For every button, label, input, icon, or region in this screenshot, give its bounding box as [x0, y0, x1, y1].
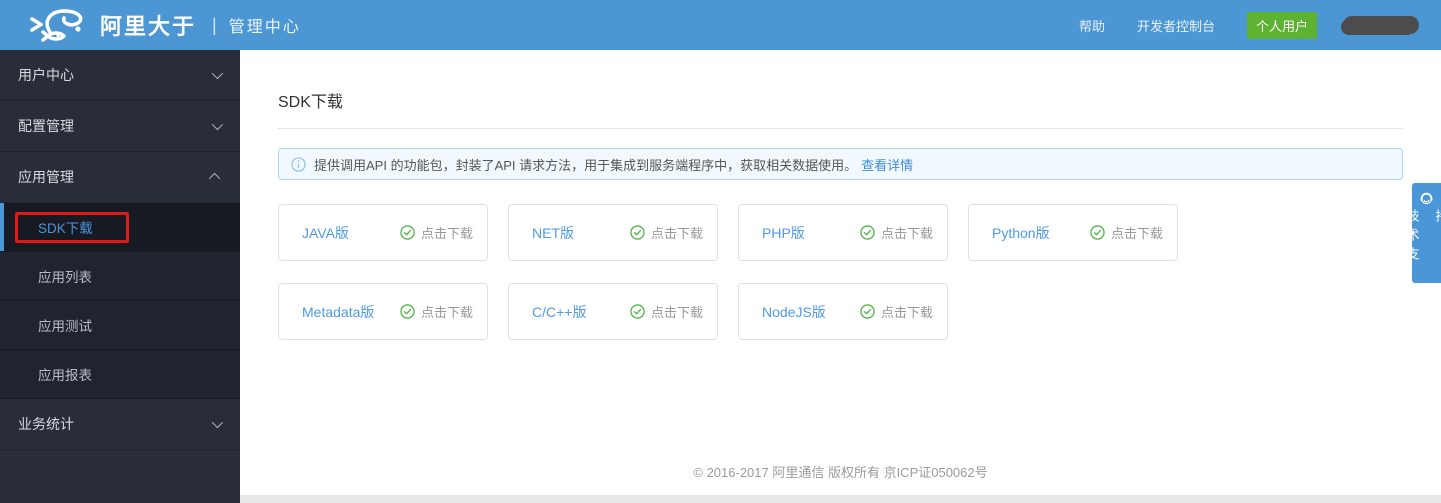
download-action[interactable]: 点击下载 [400, 302, 473, 321]
check-circle-icon [1090, 225, 1105, 240]
download-action[interactable]: 点击下载 [860, 223, 933, 242]
check-circle-icon [860, 225, 875, 240]
download-label: 点击下载 [420, 305, 473, 320]
check-circle-icon [400, 225, 415, 240]
sidebar-nav: 用户中心 配置管理 应用管理 SDK下载 应用列表 应用测试 应用报表 业务统计 [0, 50, 240, 503]
download-action[interactable]: 点击下载 [1090, 223, 1163, 242]
sdk-card-php: PHP版 点击下载 [738, 204, 948, 261]
sidebar-item-label: SDK下载 [38, 221, 93, 236]
info-icon [291, 156, 306, 172]
sidebar-item-app-report[interactable]: 应用报表 [0, 350, 240, 399]
sdk-name-link[interactable]: C/C++版 [532, 302, 586, 322]
tech-support-label: 技术支持 [1404, 209, 1441, 267]
active-accent-bar [0, 203, 4, 251]
download-label: 点击下载 [650, 305, 703, 320]
chevron-down-icon [211, 416, 224, 429]
sdk-name-link[interactable]: JAVA版 [302, 223, 349, 243]
download-label: 点击下载 [1110, 226, 1163, 241]
sidebar-item-app-test[interactable]: 应用测试 [0, 301, 240, 350]
check-circle-icon [860, 304, 875, 319]
sdk-card-nodejs: NodeJS版 点击下载 [738, 283, 948, 340]
sdk-card-java: JAVA版 点击下载 [278, 204, 488, 261]
app-header: 阿里大于 | 管理中心 帮助 开发者控制台 个人用户 [0, 0, 1441, 50]
sidebar-item-label: 业务统计 [18, 416, 74, 432]
developer-console-link[interactable]: 开发者控制台 [1137, 16, 1215, 35]
brand-area: 阿里大于 | 管理中心 [0, 5, 301, 45]
sidebar-item-config-management[interactable]: 配置管理 [0, 101, 240, 152]
download-action[interactable]: 点击下载 [630, 223, 703, 242]
page-title: SDK下载 [278, 94, 343, 111]
chevron-down-icon [211, 67, 224, 80]
sidebar-item-sdk-download[interactable]: SDK下载 [0, 203, 240, 252]
chevron-up-icon [208, 172, 221, 185]
sdk-name-link[interactable]: Python版 [992, 223, 1050, 243]
download-label: 点击下载 [420, 226, 473, 241]
dayu-fish-logo-icon [30, 9, 83, 42]
app-management-submenu: SDK下载 应用列表 应用测试 应用报表 [0, 203, 240, 399]
download-label: 点击下载 [880, 226, 933, 241]
banner-text: 提供调用API 的功能包，封装了API 请求方法，用于集成到服务端程序中，获取相… [314, 157, 858, 173]
sdk-cards-row-2: Metadata版 点击下载 C/C++版 点击下载 NodeJS版 点击下载 [278, 283, 1403, 340]
download-label: 点击下载 [650, 226, 703, 241]
copyright-footer: © 2016-2017 阿里通信 版权所有 京ICP证050062号 [693, 465, 988, 480]
sidebar-item-app-list[interactable]: 应用列表 [0, 252, 240, 301]
sidebar-item-label: 应用测试 [38, 319, 92, 334]
sidebar-item-business-stats[interactable]: 业务统计 [0, 399, 240, 450]
sdk-card-c-cpp: C/C++版 点击下载 [508, 283, 718, 340]
download-action[interactable]: 点击下载 [860, 302, 933, 321]
sdk-name-link[interactable]: NET版 [532, 223, 574, 243]
sdk-cards-row-1: JAVA版 点击下载 NET版 点击下载 PHP版 点击下载 Python版 点… [278, 204, 1403, 261]
sdk-card-python: Python版 点击下载 [968, 204, 1178, 261]
sdk-card-metadata: Metadata版 点击下载 [278, 283, 488, 340]
sidebar-item-user-center[interactable]: 用户中心 [0, 50, 240, 101]
sidebar-item-app-management[interactable]: 应用管理 [0, 152, 240, 203]
sdk-name-link[interactable]: NodeJS版 [762, 302, 826, 322]
headset-icon [1420, 192, 1433, 205]
chevron-down-icon [211, 118, 224, 131]
brand-separator: | [212, 14, 217, 35]
sdk-name-link[interactable]: PHP版 [762, 223, 805, 243]
user-type-badge: 个人用户 [1246, 11, 1317, 39]
check-circle-icon [630, 304, 645, 319]
main-content: SDK下载 提供调用API 的功能包，封装了API 请求方法，用于集成到服务端程… [240, 50, 1441, 503]
tech-support-widget[interactable]: 技术支持 [1405, 183, 1441, 283]
download-label: 点击下载 [880, 305, 933, 320]
sdk-name-link[interactable]: Metadata版 [302, 302, 374, 322]
brand-title: 阿里大于 [100, 14, 197, 39]
download-action[interactable]: 点击下载 [630, 302, 703, 321]
sidebar-item-label: 用户中心 [18, 67, 74, 83]
title-divider [278, 128, 1403, 129]
redacted-username[interactable] [1343, 16, 1419, 34]
sidebar-item-label: 应用管理 [18, 169, 74, 185]
help-link[interactable]: 帮助 [1079, 16, 1105, 35]
sdk-card-net: NET版 点击下载 [508, 204, 718, 261]
check-circle-icon [630, 225, 645, 240]
bottom-scrollbar-strip[interactable] [240, 495, 1441, 503]
sidebar-item-label: 应用报表 [38, 368, 92, 383]
sidebar-item-label: 应用列表 [38, 270, 92, 285]
view-details-link[interactable]: 查看详情 [861, 155, 913, 174]
console-subtitle: 管理中心 [228, 19, 301, 36]
sidebar-item-label: 配置管理 [18, 118, 74, 134]
check-circle-icon [400, 304, 415, 319]
info-banner: 提供调用API 的功能包，封装了API 请求方法，用于集成到服务端程序中，获取相… [278, 148, 1403, 180]
header-actions: 帮助 开发者控制台 个人用户 [1079, 11, 1441, 39]
download-action[interactable]: 点击下载 [400, 223, 473, 242]
